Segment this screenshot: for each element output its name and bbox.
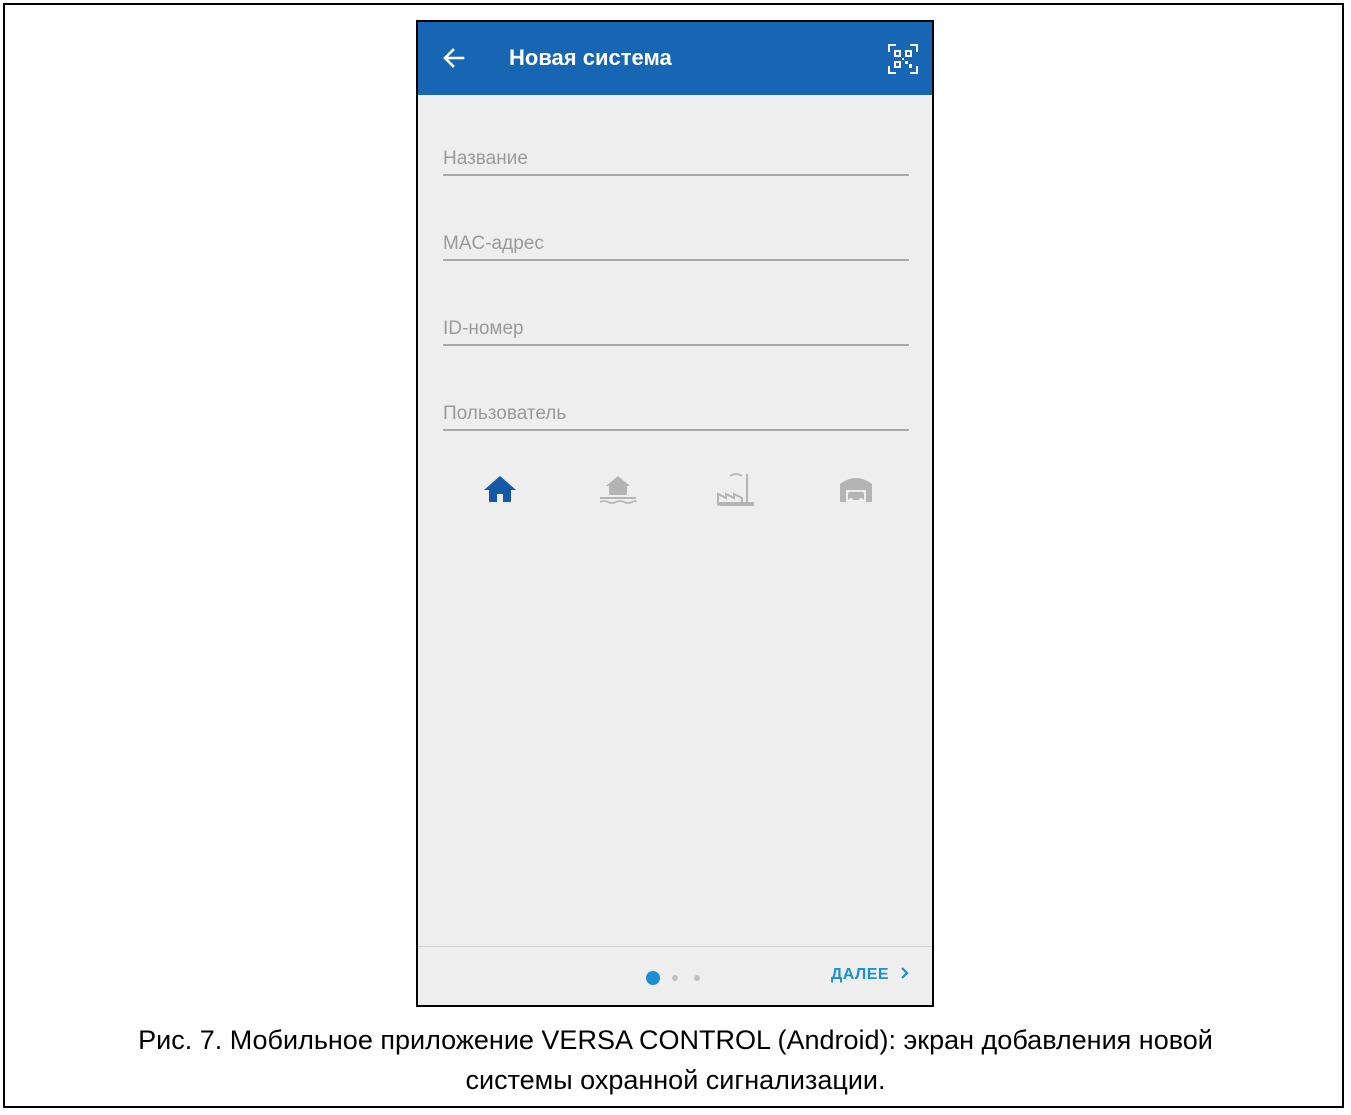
caption-line-2: системы охранной сигнализации.	[465, 1065, 886, 1095]
chevron-right-icon	[901, 967, 909, 979]
page-dot	[672, 975, 678, 981]
id-number-field[interactable]	[443, 302, 909, 346]
house-icon	[484, 476, 516, 502]
caption-line-1: Рис. 7. Мобильное приложение VERSA CONTR…	[138, 1025, 1213, 1055]
back-button[interactable]	[440, 44, 468, 72]
arrow-left-icon	[443, 48, 465, 68]
qr-code-scan-icon	[888, 44, 918, 74]
figure-caption: Рис. 7. Мобильное приложение VERSA CONTR…	[0, 1020, 1351, 1100]
lakeside-house-icon	[599, 476, 637, 504]
garage-icon	[840, 478, 872, 502]
phone-screen: Новая система Название MAC-адрес ID-номе…	[416, 20, 934, 1007]
page-dot-active	[646, 971, 660, 985]
bottom-bar: ДАЛЕЕ	[418, 946, 932, 1005]
qr-scan-button[interactable]	[888, 44, 918, 74]
system-type-lakeside-house[interactable]	[596, 468, 637, 508]
page-dot	[694, 975, 700, 981]
next-button-label: ДАЛЕЕ	[830, 966, 890, 983]
mac-address-field[interactable]	[443, 217, 909, 261]
system-type-garage[interactable]	[836, 468, 876, 508]
name-field[interactable]	[443, 132, 909, 176]
system-type-factory[interactable]	[714, 468, 754, 508]
id-number-input[interactable]	[443, 318, 909, 340]
system-type-house[interactable]	[480, 468, 520, 508]
user-field[interactable]	[443, 387, 909, 431]
name-input[interactable]	[443, 148, 909, 170]
factory-icon	[717, 473, 754, 506]
app-bar: Новая система	[418, 22, 932, 95]
user-input[interactable]	[443, 403, 909, 425]
page-title: Новая система	[509, 45, 672, 70]
next-button[interactable]: ДАЛЕЕ	[831, 966, 910, 984]
mac-address-input[interactable]	[443, 233, 909, 255]
